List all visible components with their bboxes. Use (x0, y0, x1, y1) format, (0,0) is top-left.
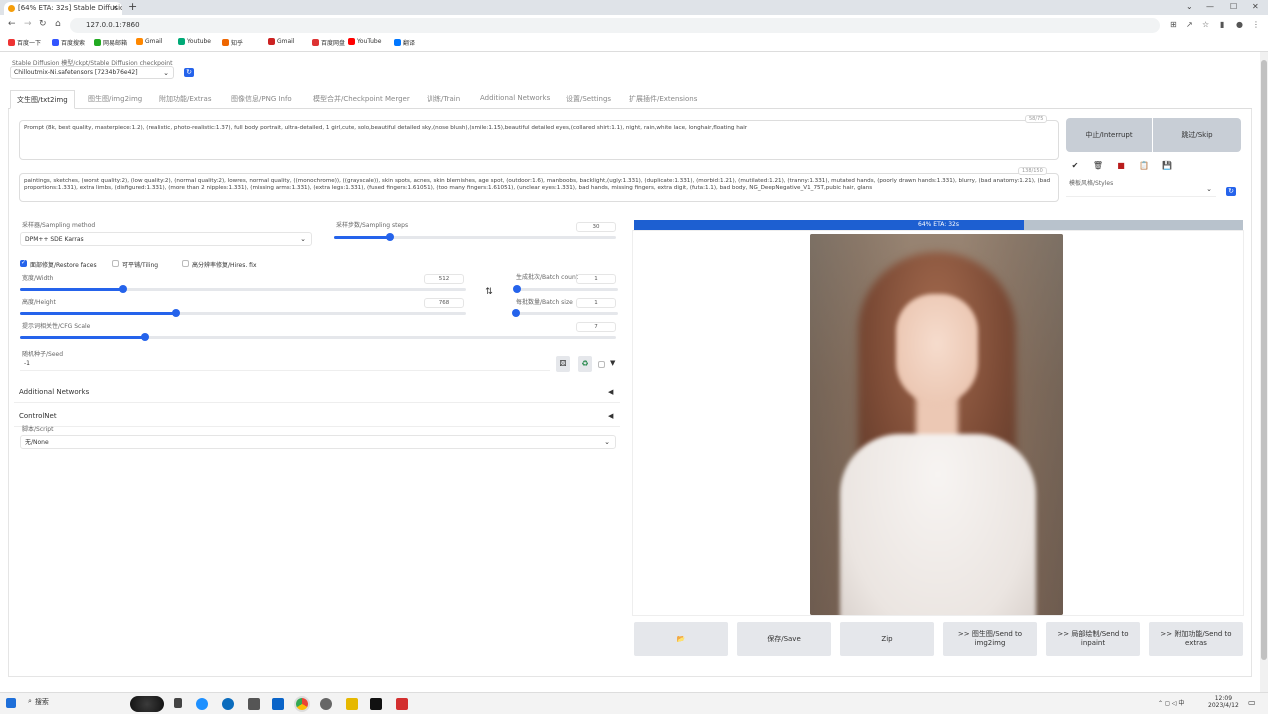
address-bar-row: ← → ↻ ⌂ 127.0.0.1:7860 ⊞ ↗ ☆ ▮ ● ⋮ (0, 15, 1268, 36)
browser-tab[interactable]: [64% ETA: 32s] Stable Diffusion ✕ (4, 2, 122, 15)
refresh-checkpoint-button[interactable]: ↻ (184, 68, 194, 77)
taskbar-search-label: 搜索 (34, 698, 49, 706)
tab-img2img[interactable]: 图生图/img2img (88, 94, 142, 104)
minimize-icon[interactable]: — (1206, 2, 1214, 11)
bookmark-item[interactable]: 百度网盘 (312, 38, 345, 47)
tab-search-icon[interactable]: ⌄ (1186, 2, 1193, 11)
bookmark-item[interactable]: YouTube (348, 38, 381, 45)
bookmark-label: Gmail (145, 38, 163, 45)
bookmark-item[interactable]: 百度一下 (8, 38, 41, 47)
checkpoint-dropdown[interactable]: Chilloutmix-Ni.safetensors [7234b76e42] … (10, 66, 174, 79)
task-view-icon[interactable] (174, 698, 182, 708)
sidebar-icon[interactable]: ▮ (1220, 20, 1224, 29)
chevron-down-icon: ⌄ (163, 69, 169, 77)
bookmarks-bar: 百度一下 百度搜索 网易邮箱 Gmail Youtube 知乎 Gmail 百度… (0, 36, 1268, 52)
bookmark-item[interactable]: 网易邮箱 (94, 38, 127, 47)
tab-checkpoint-merger[interactable]: 模型合并/Checkpoint Merger (313, 94, 410, 104)
wps-icon[interactable] (396, 698, 408, 710)
maximize-icon[interactable]: ☐ (1230, 2, 1237, 11)
favicon-icon (8, 5, 15, 12)
bookmark-label: 百度网盘 (321, 40, 346, 47)
tab-extensions[interactable]: 扩展插件/Extensions (629, 94, 697, 104)
main-tabs: 文生图/txt2img 图生图/img2img 附加功能/Extras 图像信息… (8, 90, 1252, 109)
widget-icon[interactable] (130, 696, 164, 712)
bookmark-item[interactable]: 百度搜索 (52, 38, 85, 47)
tab-txt2img[interactable]: 文生图/txt2img (10, 90, 75, 109)
home-icon[interactable]: ⌂ (55, 19, 61, 29)
bookmark-item[interactable]: Gmail (268, 38, 295, 45)
terminal-icon[interactable] (370, 698, 382, 710)
tab-extras[interactable]: 附加功能/Extras (159, 94, 211, 104)
clock[interactable]: 12:09 2023/4/12 (1208, 695, 1239, 709)
edge-browser-icon[interactable] (222, 698, 234, 710)
bookmark-label: 百度一下 (17, 40, 42, 47)
mail-icon[interactable] (272, 698, 284, 710)
tab-additional-networks[interactable]: Additional Networks (480, 94, 550, 102)
store-icon[interactable] (248, 698, 260, 710)
notification-icon[interactable]: ▭ (1248, 698, 1256, 707)
tab-train[interactable]: 训练/Train (427, 94, 460, 104)
bookmark-label: YouTube (357, 38, 382, 45)
taskbar-search[interactable]: ⌕ 搜索 (28, 697, 49, 707)
close-window-icon[interactable]: ✕ (1252, 2, 1259, 11)
share-icon[interactable]: ↗ (1186, 20, 1193, 29)
bookmark-item[interactable]: 知乎 (222, 38, 243, 47)
taskbar: ⌕ 搜索 ⌃ ◻ ◁ 中 12:09 2023/4/12 ▭ (0, 692, 1268, 714)
bookmark-label: 翻译 (403, 40, 416, 47)
txt2img-panel (8, 109, 1252, 677)
browser-chrome: [64% ETA: 32s] Stable Diffusion ✕ + ⌄ — … (0, 0, 1268, 52)
profile-icon[interactable]: ● (1236, 20, 1243, 29)
bookmark-label: 百度搜索 (61, 40, 86, 47)
menu-icon[interactable]: ⋮ (1252, 20, 1260, 29)
forward-icon[interactable]: → (24, 19, 32, 29)
url-text: 127.0.0.1:7860 (86, 21, 140, 29)
bookmark-label: 知乎 (231, 40, 244, 47)
edge-icon[interactable] (196, 698, 208, 710)
chrome-icon[interactable] (296, 698, 308, 710)
star-icon[interactable]: ☆ (1202, 20, 1209, 29)
search-icon: ⌕ (28, 697, 32, 705)
scrollbar-thumb[interactable] (1261, 60, 1267, 660)
file-explorer-icon[interactable] (346, 698, 358, 710)
tab-settings[interactable]: 设置/Settings (566, 94, 611, 104)
windows-start-icon[interactable] (6, 698, 16, 708)
bookmark-label: Youtube (187, 38, 211, 45)
bookmark-item[interactable]: 翻译 (394, 38, 415, 47)
new-tab-icon[interactable]: + (128, 0, 137, 13)
close-tab-icon[interactable]: ✕ (112, 2, 118, 15)
webui-page: Stable Diffusion 模型/ckpt/Stable Diffusio… (0, 52, 1260, 692)
bookmark-label: Gmail (277, 38, 295, 45)
clock-date: 2023/4/12 (1208, 702, 1239, 709)
translate-icon[interactable]: ⊞ (1170, 20, 1177, 29)
back-icon[interactable]: ← (8, 19, 16, 29)
tray-icons[interactable]: ⌃ ◻ ◁ 中 (1158, 698, 1184, 707)
app-icon[interactable] (320, 698, 332, 710)
reload-icon[interactable]: ↻ (39, 19, 47, 29)
tab-png-info[interactable]: 图像信息/PNG Info (231, 94, 292, 104)
bookmark-item[interactable]: Youtube (178, 38, 211, 45)
clock-time: 12:09 (1214, 695, 1233, 702)
bookmark-item[interactable]: Gmail (136, 38, 163, 45)
tab-title: [64% ETA: 32s] Stable Diffusion (18, 4, 122, 12)
url-input[interactable]: 127.0.0.1:7860 (70, 18, 1160, 33)
bookmark-label: 网易邮箱 (103, 40, 128, 47)
checkpoint-value: Chilloutmix-Ni.safetensors [7234b76e42] (14, 69, 138, 76)
